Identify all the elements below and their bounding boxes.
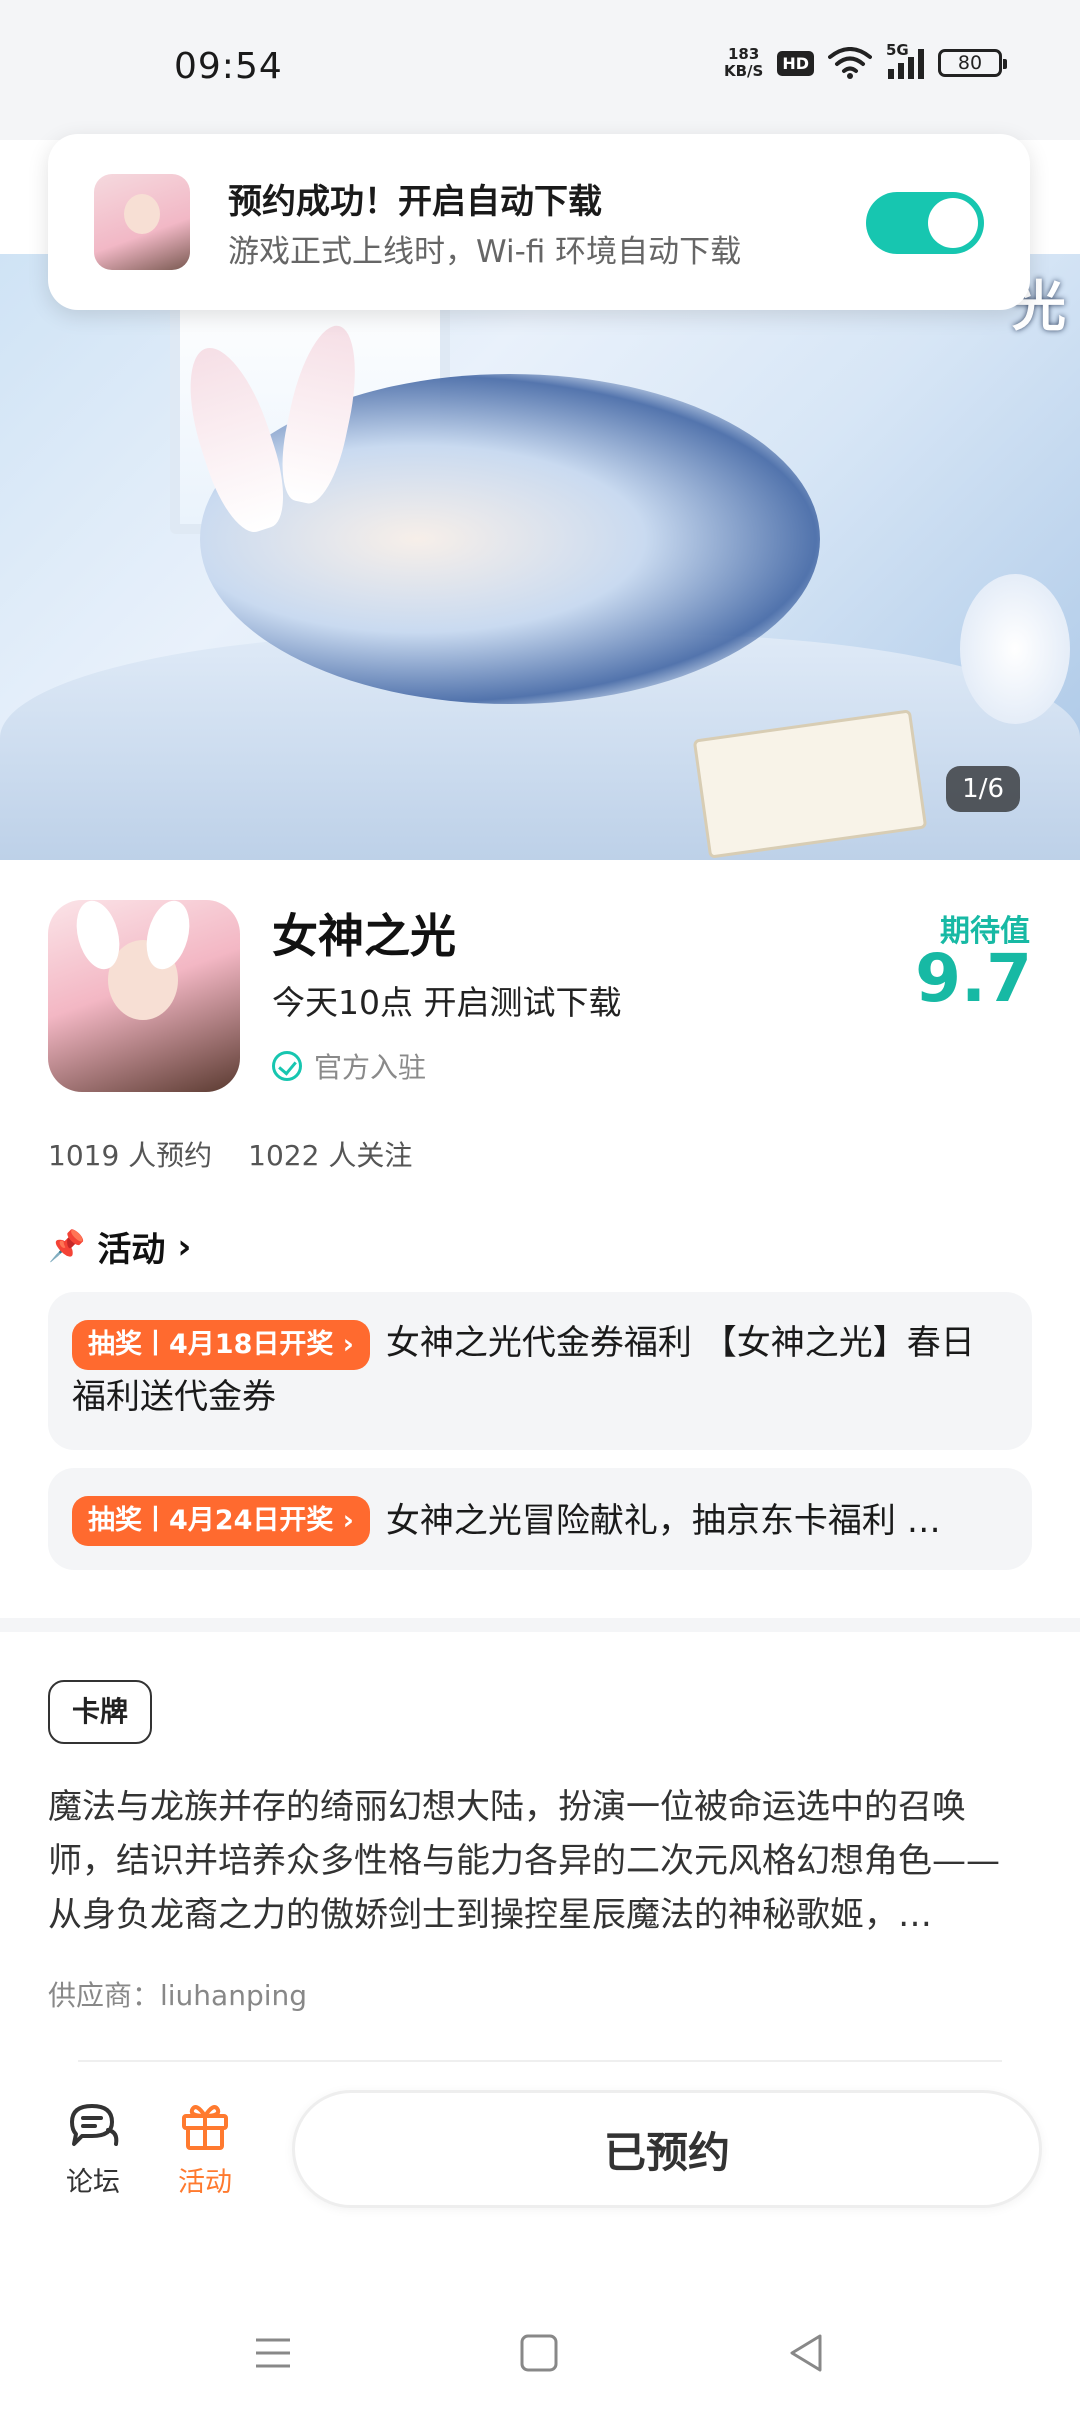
reserved-button[interactable]: 已预约 [292,2090,1042,2208]
hero-banner[interactable]: 光 1/6 [0,254,1080,860]
auto-download-toggle[interactable] [866,192,984,254]
system-nav-bar [0,2300,1080,2412]
app-name: 女神之光 [272,909,456,963]
section-divider [0,1618,1080,1632]
reservation-count: 1019 人预约 [48,1139,213,1172]
lottery-tag: 抽奖丨4月24日开奖 › [72,1495,370,1546]
status-bar: 09:54 183 KB/S HD 5G 80 [0,0,1080,140]
activity-section-header[interactable]: 📌 活动 › [48,1222,191,1271]
activity-card[interactable]: 抽奖丨4月18日开奖 › 女神之光代金券福利 【女神之光】春日福利送代金券 [48,1292,1032,1450]
hd-icon: HD [777,50,814,76]
home-icon[interactable] [514,2328,564,2378]
official-badge-label: 官方入驻 [314,1051,427,1084]
toggle-knob [928,198,978,248]
lottery-tag: 抽奖丨4月18日开奖 › [72,1319,370,1370]
forum-tab-label: 论坛 [66,2167,120,2198]
activity-tab-label: 活动 [178,2167,232,2198]
cellular-signal-icon: 5G [886,41,924,79]
app-icon [48,900,240,1092]
status-time: 09:54 [174,46,283,87]
chevron-right-icon: › [177,1226,192,1267]
network-speed-unit: KB/S [723,62,764,80]
notification-subtitle: 游戏正式上线时，Wi-fi 环境自动下载 [228,234,742,270]
activity-card[interactable]: 抽奖丨4月24日开奖 › 女神之光冒险献礼，抽京东卡福利 … [48,1468,1032,1570]
supplier-info: 供应商：liuhanping [48,1979,308,2012]
genre-tag[interactable]: 卡牌 [48,1680,153,1744]
status-icons: 183 KB/S HD 5G 80 [724,41,1007,80]
gift-icon [182,2105,228,2150]
notification-app-icon [94,174,190,270]
network-type: 5G [886,41,909,59]
network-speed: 183 KB/S [724,46,763,80]
app-test-schedule: 今天10点 开启测试下载 [272,983,622,1022]
activity-title: 女神之光冒险献礼，抽京东卡福利 … [385,1500,941,1541]
official-badge: 官方入驻 [272,1046,426,1086]
menu-icon[interactable] [248,2328,298,2378]
back-icon[interactable] [782,2328,832,2378]
hero-plush-art [960,574,1070,724]
follower-count: 1022 人关注 [248,1139,413,1172]
bottom-divider [78,2060,1002,2062]
network-speed-value: 183 [728,45,760,63]
hero-page-counter: 1/6 [946,766,1020,812]
battery-level: 80 [957,52,983,74]
pin-icon: 📌 [48,1229,86,1264]
activity-header-label: 活动 [97,1230,166,1270]
app-stats: 1019 人预约 1022 人关注 [48,1134,412,1174]
notification-title: 预约成功！开启自动下载 [228,182,602,222]
reservation-notification[interactable]: 预约成功！开启自动下载 游戏正式上线时，Wi-fi 环境自动下载 [48,134,1030,310]
activity-tab[interactable]: 活动 [160,2100,250,2199]
forum-tab[interactable]: 论坛 [48,2100,138,2199]
check-circle-icon [272,1051,302,1081]
battery-icon: 80 [938,49,1007,77]
chat-bubble-icon [70,2104,119,2146]
expectation-score: 9.7 [915,940,1032,1017]
game-description[interactable]: 魔法与龙族并存的绮丽幻想大陆，扮演一位被命运选中的召唤师，结识并培养众多性格与能… [48,1780,1032,1942]
wifi-icon [828,47,872,79]
